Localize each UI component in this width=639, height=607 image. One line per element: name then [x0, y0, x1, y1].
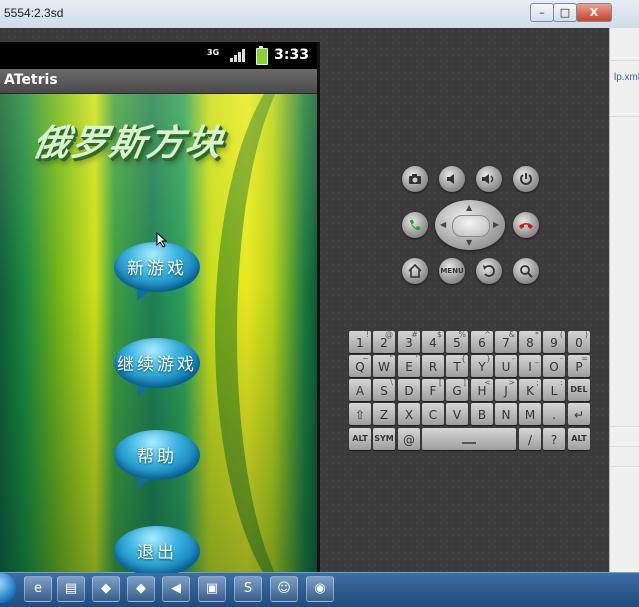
key-2-6[interactable]: J > [495, 378, 517, 401]
battery-icon [256, 46, 268, 65]
ide-row [610, 448, 639, 467]
network-3g-icon: 3G [207, 48, 220, 57]
status-bar: 3G 3:33 [0, 42, 317, 69]
new-game-label: 新游戏 [127, 259, 187, 279]
key-2-4[interactable]: G] [446, 378, 468, 401]
taskbar: e ▤ ◆ ◆ ◀ ▣ S ☺ ◉ [0, 572, 639, 607]
enter-icon[interactable]: ↵ [568, 403, 590, 425]
key-1-0[interactable]: Q ~ [349, 354, 371, 377]
power-icon[interactable] [513, 166, 539, 192]
continue-game-button[interactable]: 继续游戏 [114, 338, 200, 401]
taskbar-app-icon[interactable]: ◀ [162, 576, 190, 602]
dpad-up-icon[interactable]: ▲ [466, 203, 472, 212]
key-2-0[interactable]: A [349, 379, 371, 401]
phone-screen: 3G 3:33 ATetris 俄罗斯方块 新游戏 继续游戏 帮助 退出 [0, 42, 320, 573]
key-3-4[interactable]: B [471, 403, 493, 425]
help-label: 帮助 [137, 447, 177, 467]
background-arc [215, 94, 317, 573]
new-game-button[interactable]: 新游戏 [114, 242, 200, 305]
taskbar-app-icon[interactable]: ▣ [198, 576, 226, 602]
volume-up-icon[interactable] [476, 166, 502, 192]
ide-row [610, 98, 639, 117]
game-title: 俄罗斯方块 [29, 123, 228, 164]
dpad-right-icon[interactable]: ▶ [493, 220, 499, 229]
start-button[interactable] [0, 573, 16, 603]
exit-label: 退出 [137, 543, 177, 563]
dpad[interactable]: ▲ ▼ ◀ ▶ [435, 200, 505, 250]
continue-game-label: 继续游戏 [117, 355, 197, 375]
space-key[interactable] [422, 428, 516, 450]
ide-row [610, 408, 639, 427]
sym-key[interactable]: SYM [373, 428, 395, 450]
key-3-2[interactable]: C [422, 403, 444, 425]
home-icon[interactable] [402, 258, 428, 284]
maximize-button[interactable]: □ [553, 3, 577, 22]
key-2-5[interactable]: H < [471, 378, 493, 401]
exit-button[interactable]: 退出 [114, 526, 200, 573]
shift-icon[interactable]: ⇧ [349, 403, 371, 425]
camera-icon[interactable] [402, 166, 428, 192]
key-3-1[interactable]: X [398, 403, 420, 425]
key-3-6[interactable]: M [519, 403, 541, 425]
key-1-2[interactable]: E ' [398, 354, 420, 377]
key-2-2[interactable]: D [398, 379, 420, 401]
end-call-icon[interactable] [513, 212, 539, 238]
key-0-3[interactable]: 4 $ [422, 330, 444, 353]
taskbar-app-icon[interactable]: ◉ [306, 576, 334, 602]
close-button[interactable]: X [576, 3, 612, 22]
key-2-3[interactable]: F[ [422, 378, 444, 401]
slash-key[interactable]: / [519, 428, 541, 450]
key-1-9[interactable]: P = [568, 354, 590, 377]
app-title: ATetris [4, 72, 58, 88]
taskbar-ie-icon[interactable]: e [24, 576, 52, 602]
call-icon[interactable] [402, 212, 428, 238]
dpad-center-button[interactable] [452, 215, 490, 237]
app-title-bar: ATetris [0, 69, 317, 94]
game-menu-background: 俄罗斯方块 新游戏 继续游戏 帮助 退出 [0, 94, 317, 573]
taskbar-app-icon[interactable]: ◆ [127, 576, 155, 602]
volume-down-icon[interactable] [439, 166, 465, 192]
ide-side-panel: lp.xml [609, 28, 639, 572]
key-3-3[interactable]: V [446, 403, 468, 425]
taskbar-app-icon[interactable]: ☺ [270, 576, 298, 602]
status-time: 3:33 [274, 47, 309, 63]
ide-row [610, 42, 639, 61]
search-icon[interactable] [513, 258, 539, 284]
at-key[interactable]: @ [398, 428, 420, 450]
window-title-bar: 5554:2.3sd – □ X [0, 0, 639, 29]
back-icon[interactable] [476, 258, 502, 284]
key-2-8[interactable]: L: [543, 378, 565, 401]
alt-left-key[interactable]: ALT [349, 428, 371, 450]
menu-button[interactable]: MENU [439, 258, 465, 284]
key-2-7[interactable]: K; [519, 378, 541, 401]
del-key[interactable]: DEL [568, 379, 590, 401]
question-key[interactable]: ? [543, 428, 565, 450]
window-title: 5554:2.3sd [4, 6, 64, 20]
taskbar-app-icon[interactable]: ◆ [92, 576, 120, 602]
key-3-7[interactable]: . [543, 403, 565, 425]
alt-right-key[interactable]: ALT [568, 428, 590, 450]
key-3-0[interactable]: Z [373, 403, 395, 425]
dpad-down-icon[interactable]: ▼ [466, 238, 472, 247]
dpad-left-icon[interactable]: ◀ [440, 220, 446, 229]
ide-row [610, 428, 639, 447]
minimize-button[interactable]: – [530, 3, 554, 22]
signal-icon [230, 49, 246, 62]
ide-file-tab[interactable]: lp.xml [614, 72, 639, 83]
key-3-5[interactable]: N [495, 403, 517, 425]
taskbar-explorer-icon[interactable]: ▤ [57, 576, 85, 602]
help-button[interactable]: 帮助 [114, 430, 200, 493]
taskbar-app-icon[interactable]: S [234, 576, 262, 602]
mouse-cursor-icon [156, 232, 168, 248]
hardware-keyboard: 1! 2 @3 #4 $5% 6 ^ 7 & 8 * 9(0) Q ~ W " E ' R T{Y} U - I _ O - P = A… [349, 330, 593, 451]
key-2-1[interactable]: S \ [373, 378, 395, 401]
